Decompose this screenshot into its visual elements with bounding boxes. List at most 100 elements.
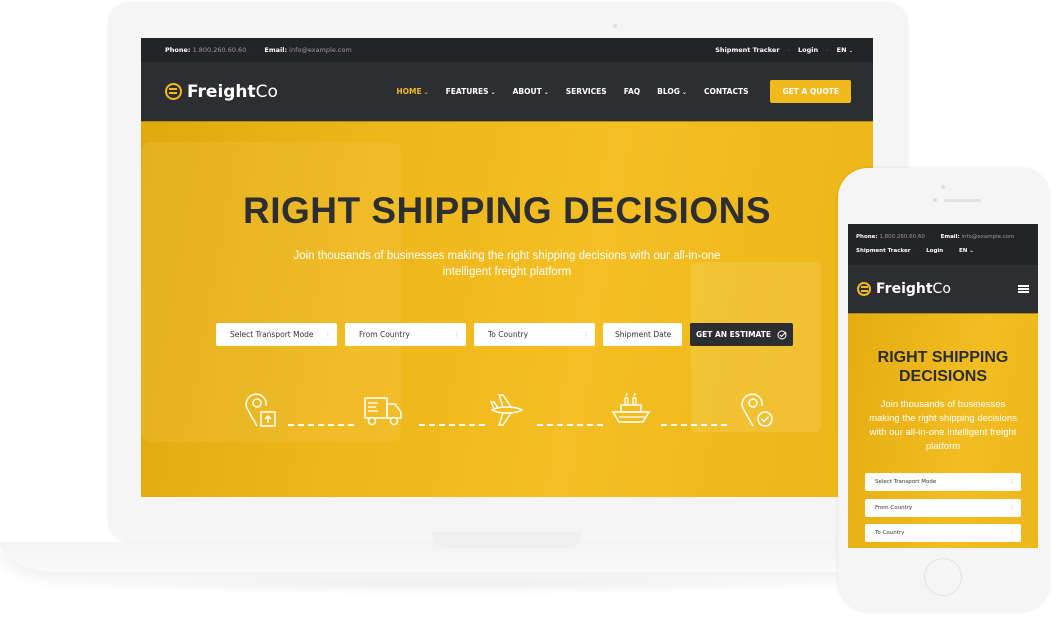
hero-subtitle: Join thousands of businesses making the … [293,250,721,278]
email-value[interactable]: info@example.com [289,46,352,54]
chevron-down-icon: ⌄ [848,48,853,54]
desktop-screen: Phone: 1.800.260.60.60 · Email: info@exa… [141,38,873,497]
desktop-navbar: Freight Co HOME ⌄ FEATURES ⌄ ABOUT ⌄ SERVICE… [141,62,873,122]
location-upload-icon [245,393,276,427]
estimate-form: Select Transport Mode ⁝ From Country ⁝ To … [216,323,793,346]
input-placeholder: Shipment Date [615,330,672,339]
from-country-select[interactable]: From Country ⁝ [865,499,1021,517]
select-arrows-icon: ⁝ [326,330,329,339]
separator: · [787,46,791,54]
desktop-topbar: Phone: 1.800.260.60.60 · Email: info@exa… [141,38,873,62]
nav-label: HOME [396,87,422,96]
step-connector [419,424,485,426]
logo-text-bold: Freight [187,81,256,102]
shipment-tracker-link[interactable]: Shipment Tracker [856,248,910,254]
select-label: Select Transport Mode [230,330,314,339]
mobile-screen: Phone: 1.800.260.60.60 · Email: info@examp… [848,224,1038,548]
logo-icon [165,83,182,100]
mobile-navbar: Freight Co [848,265,1038,314]
nav-contacts[interactable]: CONTACTS [704,87,749,96]
laptop-camera [613,24,617,28]
nav-blog[interactable]: BLOG ⌄ [657,87,687,96]
transport-mode-select[interactable]: Select Transport Mode ⁝ [865,473,1021,491]
logo-text-light: Co [932,281,951,297]
logo-text-bold: Freight [876,281,933,297]
phone-sensor [933,198,937,202]
nav-home[interactable]: HOME ⌄ [396,87,428,96]
chevron-down-icon: ⌄ [490,89,496,96]
separator: · [254,46,257,54]
email-label: Email: [264,46,288,54]
language-selector[interactable]: EN ⌄ [959,248,974,254]
logo-text-light: Co [255,81,278,102]
phone-camera [941,185,945,189]
main-nav: HOME ⌄ FEATURES ⌄ ABOUT ⌄ SERVICES FAQ BLOG… [379,80,851,103]
get-a-quote-button[interactable]: GET A QUOTE [770,80,851,103]
phone-label: Phone: [165,46,191,54]
hamburger-menu-icon[interactable] [1018,285,1029,293]
phone-label: Phone: [856,234,878,240]
chevron-down-icon: ⌄ [969,248,974,254]
select-label: To Country [488,330,529,339]
button-label: GET AN ESTIMATE [695,330,772,339]
select-arrows-icon: ⁝ [1010,504,1013,512]
from-country-select[interactable]: From Country ⁝ [345,323,466,346]
nav-about[interactable]: ABOUT ⌄ [513,87,549,96]
shipping-steps [241,392,781,432]
nav-services[interactable]: SERVICES [566,87,607,96]
step-connector [537,424,603,426]
login-link[interactable]: Login [798,46,818,54]
nav-features[interactable]: FEATURES ⌄ [446,87,496,96]
laptop-shadow [30,575,870,595]
transport-mode-select[interactable]: Select Transport Mode ⁝ [216,323,337,346]
step-connector [661,424,727,426]
separator: · [826,46,829,54]
truck-icon [364,397,402,426]
separator: · [917,248,920,254]
logo-icon [857,282,871,296]
language-label: EN [836,46,847,54]
email-value[interactable]: info@example.com [962,234,1015,240]
nav-label: ABOUT [512,87,542,96]
separator: · [931,234,934,240]
mobile-hero: RIGHT SHIPPING DECISIONS Join thousands … [848,314,1038,548]
location-check-icon [741,393,773,427]
shipment-date-input[interactable]: Shipment Date [603,323,682,346]
select-arrows-icon: ⁝ [1010,529,1013,537]
hero-section: RIGHT SHIPPING DECISIONS Join thousands … [141,122,873,497]
mobile-form: From Country ⁝ [865,499,1021,517]
phone-value[interactable]: 1.800.260.60.60 [193,46,247,54]
login-link[interactable]: Login [926,248,943,254]
chevron-down-icon: ⌄ [543,89,549,96]
check-circle-icon [777,330,787,339]
nav-label: FEATURES [445,87,489,96]
phone-value[interactable]: 1.800.260.60.60 [879,234,925,240]
nav-label: BLOG [657,87,680,96]
chevron-down-icon: ⌄ [423,89,429,96]
select-label: From Country [875,505,913,511]
to-country-select[interactable]: To Country ⁝ [865,524,1021,542]
hero-subtitle: Join thousands of businesses making the … [869,399,1017,452]
get-estimate-button[interactable]: GET AN ESTIMATE [690,323,793,346]
select-arrows-icon: ⁝ [455,330,458,339]
phone-frame: Phone: 1.800.260.60.60 · Email: info@examp… [838,168,1050,612]
shipment-tracker-link[interactable]: Shipment Tracker [715,46,779,54]
logo[interactable]: Freight Co [165,82,278,102]
to-country-select[interactable]: To Country ⁝ [474,323,595,346]
nav-faq[interactable]: FAQ [624,87,640,96]
separator: · [950,248,952,254]
step-connector [288,424,354,426]
logo[interactable]: Freight Co [857,281,951,297]
phone-home-button[interactable] [924,558,962,596]
select-label: To Country [875,530,905,536]
select-label: From Country [359,330,410,339]
mobile-topbar: Phone: 1.800.260.60.60 · Email: info@examp… [848,224,1038,265]
email-label: Email: [940,234,960,240]
mobile-form: Select Transport Mode ⁝ [865,473,1021,491]
chevron-down-icon: ⌄ [681,89,687,96]
select-label: Select Transport Mode [875,479,937,485]
select-arrows-icon: ⁝ [584,330,587,339]
hero-title: RIGHT SHIPPING DECISIONS [877,349,1009,385]
language-selector[interactable]: EN ⌄ [837,46,853,54]
ship-icon [611,392,651,423]
